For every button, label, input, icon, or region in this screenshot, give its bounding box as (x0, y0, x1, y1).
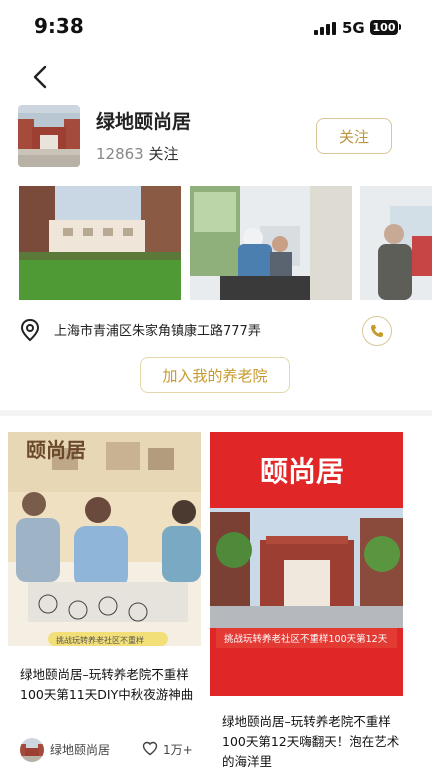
chevron-left-icon[interactable] (30, 64, 54, 90)
address-text: 上海市青浦区朱家角镇康工路777弄 (54, 324, 261, 339)
follow-button[interactable]: 关注 (316, 118, 392, 154)
facility-photo-2[interactable] (190, 186, 352, 300)
post-2-cover-caption: 挑战玩转养老社区不重样100天第12天 (224, 634, 388, 645)
follower-label: 关注 (148, 145, 179, 163)
signal-icon (314, 22, 338, 35)
battery-icon: 100 (370, 20, 398, 35)
author-avatar (20, 738, 44, 762)
facility-name: 绿地颐尚居 (96, 111, 192, 133)
facility-photo-1[interactable] (19, 186, 181, 300)
status-time: 9:38 (34, 14, 84, 38)
join-nursing-home-button[interactable]: 加入我的养老院 (140, 357, 290, 393)
post-1-cover-caption: 挑战玩转养老社区不重样 (56, 636, 144, 645)
section-divider (0, 410, 432, 416)
post-1-title[interactable]: 绿地颐尚居–玩转养老院不重样100天第11天DIY中秋夜游神曲 (20, 665, 200, 705)
heart-icon[interactable] (142, 741, 158, 756)
network-label: 5G (342, 19, 365, 37)
location-pin-icon (20, 318, 40, 342)
author-name: 绿地颐尚居 (50, 743, 111, 757)
post-2-title[interactable]: 绿地颐尚居–玩转养老院不重样100天第12天嗨翻天！泡在艺术的海洋里 (222, 712, 404, 772)
like-count: 1万+ (163, 743, 193, 757)
facility-avatar (18, 105, 80, 167)
phone-icon[interactable] (362, 316, 392, 346)
post-2-cover-banner: 颐尚居 (260, 455, 345, 488)
follower-number: 12863 (96, 145, 144, 163)
follower-count: 12863 关注 (96, 143, 179, 164)
post-1-cover[interactable]: 颐尚居 挑战玩转养老社区不重样 (8, 432, 201, 646)
battery-tip (399, 24, 401, 30)
post-2-cover[interactable]: 颐尚居 挑战玩转养老社区不重样100天第12天 (210, 432, 403, 696)
post-1-cover-banner: 颐尚居 (26, 438, 86, 462)
facility-photo-3[interactable] (360, 186, 432, 300)
